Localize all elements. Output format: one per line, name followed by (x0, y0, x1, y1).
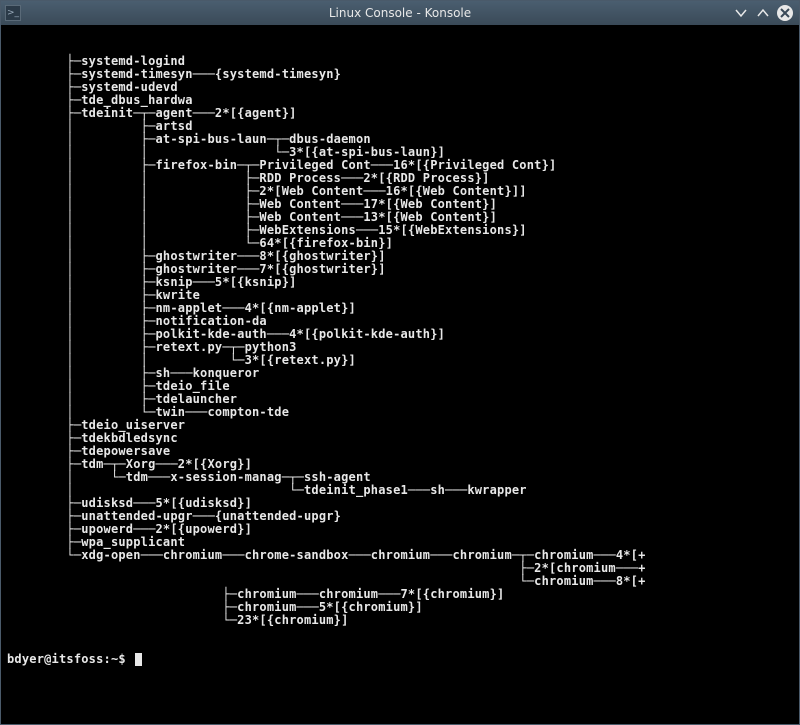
close-button[interactable] (777, 5, 793, 21)
prompt-line: bdyer@itsfoss:~$ (7, 653, 793, 666)
app-icon: >_ (5, 5, 21, 21)
close-icon (778, 6, 792, 20)
maximize-button[interactable] (755, 5, 771, 21)
minimize-button[interactable] (733, 5, 749, 21)
cursor (135, 653, 142, 666)
chevron-down-icon (734, 6, 748, 20)
window-controls (733, 5, 799, 21)
konsole-window: >_ Linux Console - Konsole ├─systemd-log… (0, 0, 800, 725)
titlebar[interactable]: >_ Linux Console - Konsole (1, 1, 799, 25)
window-title: Linux Console - Konsole (329, 6, 471, 20)
chevron-up-icon (756, 6, 770, 20)
shell-prompt: bdyer@itsfoss:~$ (7, 653, 133, 666)
terminal-output[interactable]: ├─systemd-logind ├─systemd-timesyn───{sy… (1, 25, 799, 724)
pstree-output: ├─systemd-logind ├─systemd-timesyn───{sy… (7, 55, 793, 627)
